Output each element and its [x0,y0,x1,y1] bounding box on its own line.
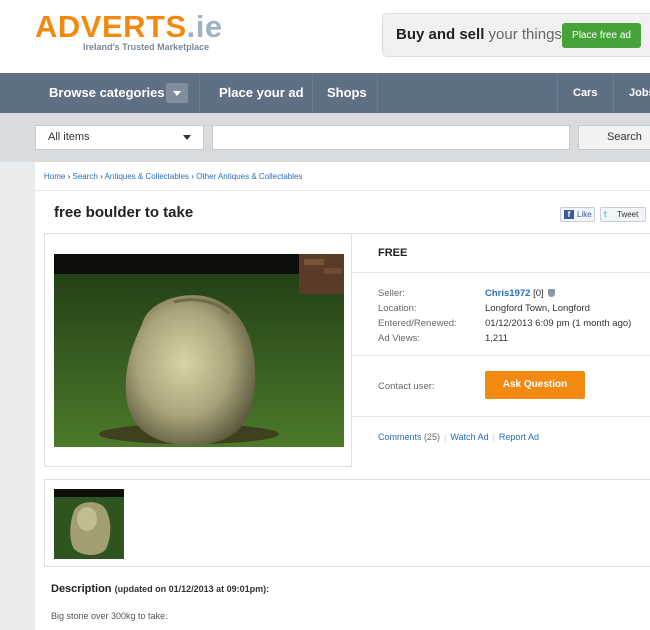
divider [352,416,650,417]
facebook-like-button[interactable]: f Like [560,207,595,222]
divider [35,190,650,191]
comments-label: Comments [378,432,422,442]
image-panel [44,233,352,467]
page-title: free boulder to take [54,204,194,221]
ask-question-button[interactable]: Ask Question [485,371,585,399]
promo-light: your things [488,26,562,43]
photo-thumbnail[interactable] [54,489,124,559]
breadcrumb-separator: › [191,172,194,181]
location-label: Location: [378,303,417,314]
seller-link[interactable]: Chris1972 [485,288,530,299]
nav-divider [312,73,313,113]
facebook-icon: f [564,210,574,219]
breadcrumb-separator: › [100,172,103,181]
nav-cars[interactable]: Cars [573,73,597,113]
place-free-ad-button[interactable]: Place free ad [562,23,641,48]
views-value: 1,211 [485,333,509,344]
breadcrumb-search[interactable]: Search [72,172,97,181]
entered-value: 01/12/2013 6:09 pm (1 month ago) [485,318,632,329]
tweet-label: Tweet [617,210,639,219]
nav-divider [199,73,200,113]
description-text: Big stone over 300kg to take. [51,611,168,621]
promo-text: Buy and sell your things [396,26,562,43]
seller-rating: [0] [533,288,544,299]
seller-value: Chris1972 [0] [485,288,556,299]
nav-browse-categories[interactable]: Browse categories [49,73,165,113]
nav-shops[interactable]: Shops [327,73,367,113]
search-button[interactable]: Search [578,125,650,150]
nav-jobs[interactable]: Jobs [629,73,650,113]
comments-link[interactable]: Comments (25) [378,432,440,442]
ad-actions: Comments (25) | Watch Ad | Report Ad [378,432,539,442]
nav-divider [613,73,614,113]
logo-brand: ADVERTS [35,9,187,44]
promo-bold: Buy and sell [396,26,485,43]
link-separator: | [444,432,447,442]
views-label: Ad Views: [378,333,421,344]
tweet-button[interactable]: t Tweet [600,207,646,222]
description-updated: (updated on 01/12/2013 at 09:01pm): [114,584,270,594]
divider [352,355,650,356]
divider [352,272,650,273]
nav-divider [557,73,558,113]
report-ad-link[interactable]: Report Ad [499,432,539,442]
description-label: Description [51,583,112,595]
location-value: Longford Town, Longford [485,303,590,314]
logo-tld: .ie [186,9,223,44]
nav-divider [377,73,378,113]
ad-details: FREE Seller: Chris1972 [0] Location: Lon… [352,233,650,467]
contact-label: Contact user: [378,381,435,392]
logo-tagline: Ireland's Trusted Marketplace [83,42,210,52]
price: FREE [378,247,408,259]
site-header: ADVERTS.ie Ireland's Trusted Marketplace… [0,0,650,73]
boulder-photo [54,254,344,447]
breadcrumb-other-antiques[interactable]: Other Antiques & Collectables [196,172,302,181]
watch-ad-link[interactable]: Watch Ad [450,432,488,442]
site-logo[interactable]: ADVERTS.ie Ireland's Trusted Marketplace [35,9,223,52]
search-input[interactable] [212,125,570,150]
ad-page: Home › Search › Antiques & Collectables … [35,162,650,630]
browse-dropdown-button[interactable] [166,83,188,103]
main-nav: Browse categories Place your ad Shops Ca… [0,73,650,113]
category-select[interactable]: All items [35,125,204,150]
breadcrumb-antiques[interactable]: Antiques & Collectables [105,172,190,181]
like-label: Like [577,210,592,219]
verified-shield-icon [548,289,556,297]
twitter-icon: t [604,209,607,219]
entered-label: Entered/Renewed: [378,318,457,329]
dropdown-caret-icon [173,91,181,96]
breadcrumb-separator: › [67,172,71,181]
breadcrumb: Home › Search › Antiques & Collectables … [44,172,302,181]
main-ad-photo[interactable] [54,254,344,447]
promo-box: Buy and sell your things Place free ad [382,13,650,57]
nav-place-your-ad[interactable]: Place your ad [219,73,304,113]
chevron-down-icon [183,135,191,140]
breadcrumb-home[interactable]: Home [44,172,65,181]
search-bar: All items Search [0,113,650,162]
comments-count: (25) [424,432,441,442]
description-heading: Description (updated on 01/12/2013 at 09… [51,583,269,595]
thumbnail-strip [44,479,650,567]
link-separator: | [492,432,495,442]
category-select-value: All items [48,131,90,143]
boulder-thumbnail [54,489,124,559]
seller-label: Seller: [378,288,405,299]
